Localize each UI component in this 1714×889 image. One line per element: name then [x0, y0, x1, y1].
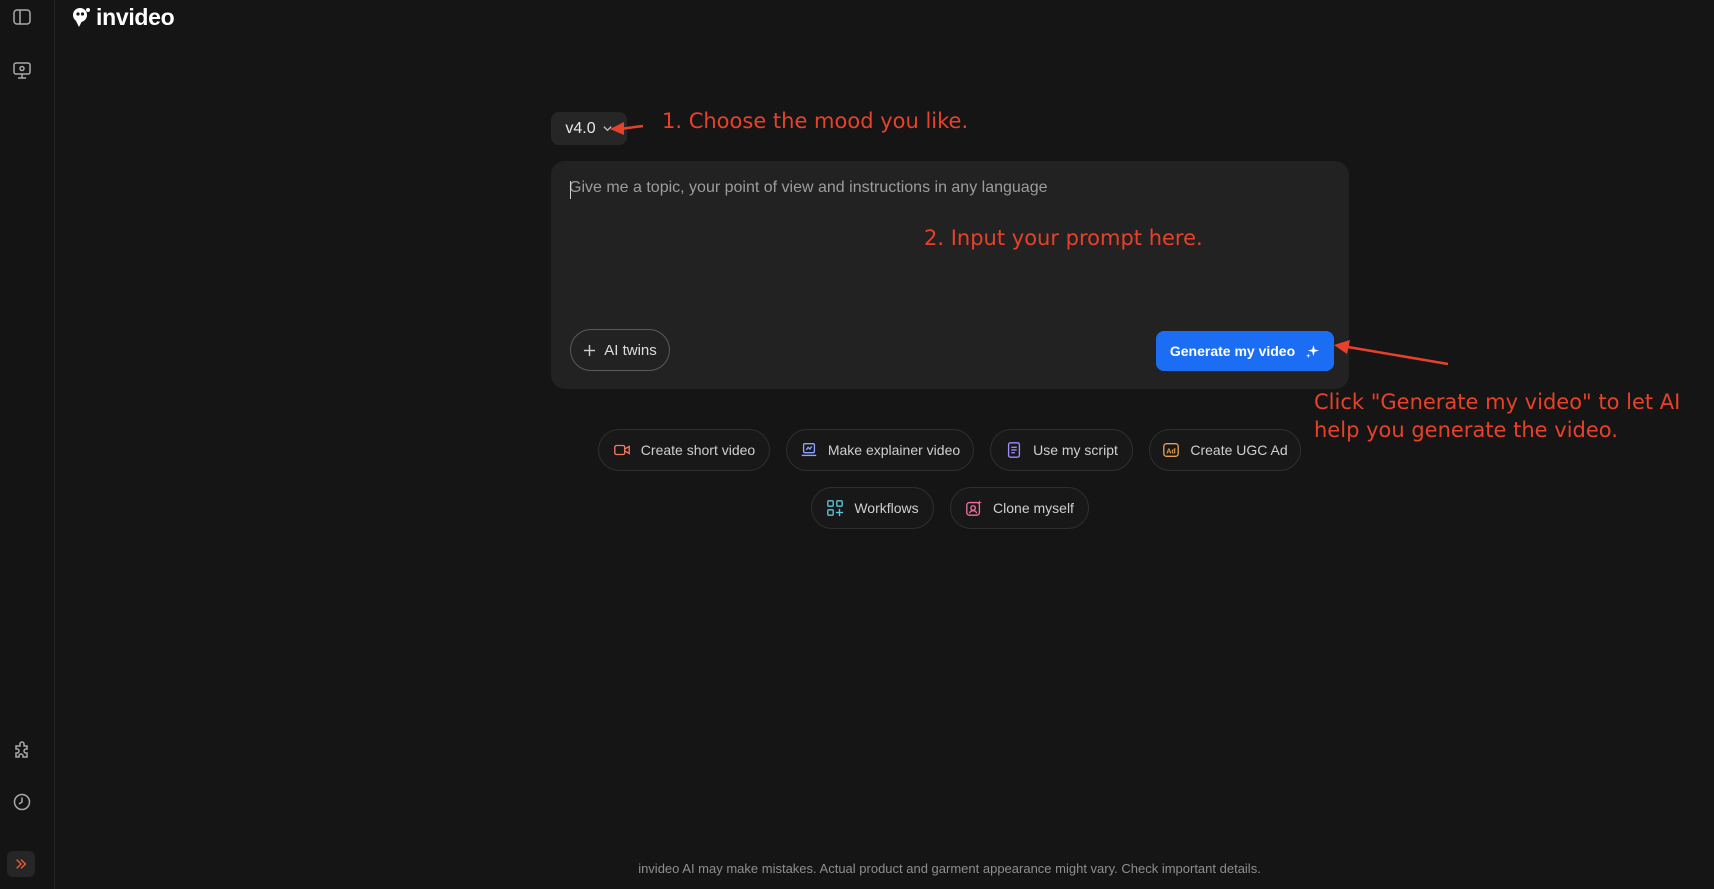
ai-twins-button[interactable]: AI twins [570, 329, 670, 371]
annotation-step3: Click "Generate my video" to let AI help… [1314, 388, 1680, 444]
toggle-sidebar-icon[interactable] [9, 4, 35, 30]
video-camera-icon [613, 444, 630, 456]
chip-label: Create short video [640, 442, 756, 458]
chip-create-ugc-ad[interactable]: Ad Create UGC Ad [1149, 429, 1301, 471]
history-icon[interactable] [9, 789, 35, 815]
plus-icon [584, 344, 596, 356]
chip-label: Clone myself [993, 500, 1074, 516]
chip-use-my-script[interactable]: Use my script [990, 429, 1133, 471]
chip-label: Create UGC Ad [1190, 442, 1288, 458]
sparkle-icon [1306, 344, 1320, 358]
logo-icon [73, 8, 90, 27]
chip-label: Workflows [854, 500, 919, 516]
document-icon [1008, 442, 1021, 458]
chip-make-explainer-video[interactable]: Make explainer video [786, 429, 974, 471]
prompt-panel: AI twins Generate my video [551, 161, 1349, 389]
sidebar [0, 0, 55, 889]
annotation-step1: 1. Choose the mood you like. [662, 109, 969, 133]
logo[interactable]: invideo [70, 3, 175, 31]
puzzle-icon[interactable] [9, 738, 35, 764]
version-selector[interactable]: v4.0 [551, 112, 627, 145]
chip-clone-myself[interactable]: Clone myself [950, 487, 1089, 529]
chip-label: Make explainer video [827, 442, 961, 458]
generate-video-button[interactable]: Generate my video [1156, 331, 1334, 371]
version-label: v4.0 [565, 119, 596, 137]
laptop-icon [801, 443, 817, 457]
footer-disclaimer: invideo AI may make mistakes. Actual pro… [638, 861, 1261, 876]
annotation-step3-line2: help you generate the video. [1314, 418, 1618, 442]
logo-text: invideo [96, 3, 175, 30]
chip-create-short-video[interactable]: Create short video [598, 429, 770, 471]
text-caret [570, 181, 571, 199]
generate-label: Generate my video [1169, 343, 1296, 359]
svg-text:Ad: Ad [1167, 447, 1177, 456]
user-sparkle-icon [966, 499, 983, 516]
annotation-step3-line1: Click "Generate my video" to let AI [1314, 390, 1681, 414]
ad-icon: Ad [1163, 443, 1180, 457]
chevron-down-icon [602, 126, 612, 132]
chip-label: Use my script [1033, 442, 1118, 458]
arrow-step3 [1334, 340, 1449, 366]
presentation-icon[interactable] [9, 57, 35, 83]
annotation-step2: 2. Input your prompt here. [924, 226, 1203, 250]
grid-plus-icon [827, 500, 844, 517]
chip-workflows[interactable]: Workflows [811, 487, 934, 529]
ai-twins-label: AI twins [604, 341, 657, 359]
